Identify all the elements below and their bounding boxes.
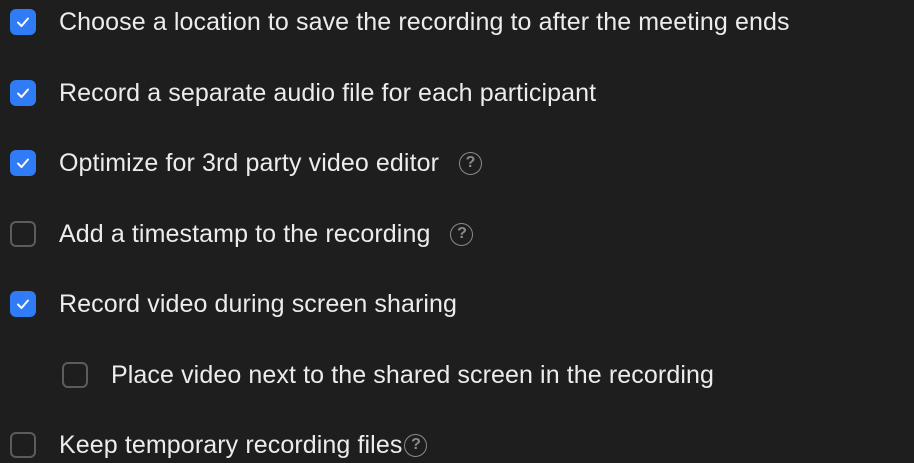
timestamp-label: Add a timestamp to the recording [59, 219, 431, 248]
place-video-next-checkbox[interactable] [62, 362, 88, 388]
setting-row-optimize-editor[interactable]: Optimize for 3rd party video editor ? [10, 143, 483, 183]
choose-location-checkbox[interactable] [10, 9, 36, 35]
setting-row-record-video-sharing[interactable]: Record video during screen sharing [10, 284, 457, 324]
keep-temp-files-checkbox[interactable] [10, 432, 36, 458]
setting-row-timestamp[interactable]: Add a timestamp to the recording ? [10, 214, 474, 254]
choose-location-label: Choose a location to save the recording … [59, 7, 790, 36]
question-circle-icon[interactable]: ? [450, 222, 474, 246]
checkmark-icon [17, 88, 29, 98]
setting-row-keep-temp-files[interactable]: Keep temporary recording files ? [10, 425, 428, 463]
record-video-sharing-label: Record video during screen sharing [59, 289, 458, 318]
keep-temp-files-label: Keep temporary recording files [59, 430, 403, 459]
setting-row-separate-audio[interactable]: Record a separate audio file for each pa… [10, 73, 596, 113]
checkmark-icon [17, 158, 29, 168]
question-circle-icon[interactable]: ? [404, 433, 428, 457]
optimize-editor-label: Optimize for 3rd party video editor [59, 148, 440, 177]
checkmark-icon [17, 17, 29, 27]
timestamp-checkbox[interactable] [10, 221, 36, 247]
separate-audio-label: Record a separate audio file for each pa… [59, 78, 597, 107]
place-video-next-label: Place video next to the shared screen in… [111, 360, 714, 389]
separate-audio-checkbox[interactable] [10, 80, 36, 106]
checkmark-icon [17, 299, 29, 309]
record-video-sharing-checkbox[interactable] [10, 291, 36, 317]
optimize-editor-checkbox[interactable] [10, 150, 36, 176]
setting-row-choose-location[interactable]: Choose a location to save the recording … [10, 2, 790, 42]
question-circle-icon[interactable]: ? [459, 151, 483, 175]
setting-row-place-video-next[interactable]: Place video next to the shared screen in… [62, 355, 714, 395]
